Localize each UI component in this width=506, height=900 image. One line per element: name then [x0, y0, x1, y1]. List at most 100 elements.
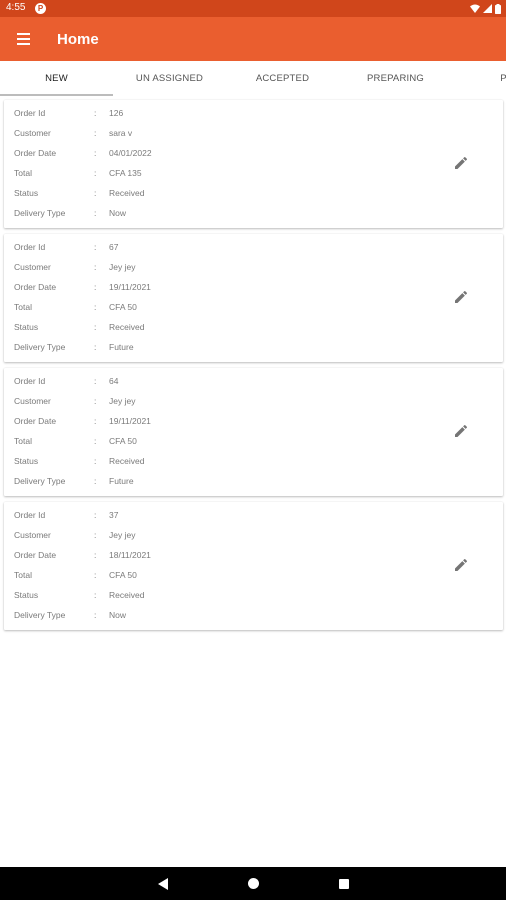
field-separator: : [94, 436, 97, 446]
field-value-total: CFA 50 [109, 570, 137, 580]
field-value-order-id: 37 [109, 510, 119, 520]
status-icons [470, 3, 501, 14]
field-value-status: Received [109, 322, 145, 332]
field-separator: : [94, 342, 97, 352]
field-value-customer: sara v [109, 128, 133, 138]
field-label-order-date: Order Date [14, 148, 57, 158]
field-separator: : [94, 188, 97, 198]
field-label-total: Total [14, 302, 32, 312]
field-value-delivery-type: Future [109, 476, 134, 486]
field-label-total: Total [14, 168, 32, 178]
field-label-total: Total [14, 570, 32, 580]
field-label-status: Status [14, 456, 39, 466]
field-value-status: Received [109, 590, 145, 600]
field-label-total: Total [14, 436, 32, 446]
field-label-order-id: Order Id [14, 242, 46, 252]
field-separator: : [94, 376, 97, 386]
field-label-order-id: Order Id [14, 376, 46, 386]
field-separator: : [94, 322, 97, 332]
status-time: 4:55 [6, 2, 26, 13]
field-value-delivery-type: Future [109, 342, 134, 352]
notification-icon: P [35, 3, 46, 14]
app-bar: Home [0, 17, 506, 61]
tab-accepted[interactable]: ACCEPTED [226, 61, 339, 97]
field-separator: : [94, 570, 97, 580]
home-circle-icon[interactable] [248, 878, 259, 889]
pencil-icon[interactable] [453, 557, 469, 573]
battery-icon [495, 3, 501, 14]
field-value-order-id: 64 [109, 376, 119, 386]
field-label-customer: Customer [14, 262, 51, 272]
status-bar: 4:55 P [0, 0, 506, 17]
field-value-order-date: 19/11/2021 [109, 282, 151, 292]
field-separator: : [94, 550, 97, 560]
page-title: Home [57, 31, 99, 48]
field-label-status: Status [14, 590, 39, 600]
tab-bar: NEW UN ASSIGNED ACCEPTED PREPARING PIC [0, 61, 506, 97]
field-separator: : [94, 476, 97, 486]
field-value-order-date: 04/01/2022 [109, 148, 152, 158]
field-separator: : [94, 242, 97, 252]
field-label-order-date: Order Date [14, 282, 57, 292]
wifi-icon [470, 4, 480, 13]
tab-preparing[interactable]: PREPARING [339, 61, 452, 97]
tab-unassigned[interactable]: UN ASSIGNED [113, 61, 226, 97]
field-value-customer: Jey jey [109, 530, 136, 540]
field-value-status: Received [109, 456, 145, 466]
field-label-status: Status [14, 188, 39, 198]
order-card[interactable]: Order Id: 64 Customer: Jey jey Order Date: 19… [4, 368, 503, 496]
field-separator: : [94, 590, 97, 600]
field-label-customer: Customer [14, 530, 51, 540]
field-value-order-date: 19/11/2021 [109, 416, 151, 426]
order-card[interactable]: Order Id: 67 Customer: Jey jey Order Date: 19… [4, 234, 503, 362]
tab-picked[interactable]: PIC [452, 61, 506, 97]
field-separator: : [94, 282, 97, 292]
field-separator: : [94, 510, 97, 520]
field-label-delivery-type: Delivery Type [14, 208, 66, 218]
field-separator: : [94, 168, 97, 178]
tab-new[interactable]: NEW [0, 61, 113, 97]
field-value-status: Received [109, 188, 145, 198]
field-value-total: CFA 50 [109, 302, 137, 312]
order-card[interactable]: Order Id: 37 Customer: Jey jey Order Date: 18… [4, 502, 503, 630]
navigation-bar [0, 867, 506, 900]
menu-icon[interactable] [17, 33, 33, 45]
field-separator: : [94, 148, 97, 158]
field-label-order-id: Order Id [14, 510, 46, 520]
field-value-customer: Jey jey [109, 262, 136, 272]
field-label-customer: Customer [14, 128, 51, 138]
field-label-order-id: Order Id [14, 108, 46, 118]
field-label-order-date: Order Date [14, 550, 57, 560]
order-card[interactable]: Order Id: 126 Customer: sara v Order Date: 04… [4, 100, 503, 228]
field-value-customer: Jey jey [109, 396, 136, 406]
signal-icon [483, 4, 492, 13]
field-label-delivery-type: Delivery Type [14, 342, 66, 352]
field-separator: : [94, 262, 97, 272]
field-label-order-date: Order Date [14, 416, 57, 426]
field-label-customer: Customer [14, 396, 51, 406]
field-value-order-date: 18/11/2021 [109, 550, 151, 560]
pencil-icon[interactable] [453, 423, 469, 439]
field-label-delivery-type: Delivery Type [14, 610, 66, 620]
field-value-order-id: 67 [109, 242, 119, 252]
field-separator: : [94, 416, 97, 426]
field-separator: : [94, 128, 97, 138]
field-separator: : [94, 208, 97, 218]
recents-square-icon[interactable] [339, 879, 349, 889]
field-label-delivery-type: Delivery Type [14, 476, 66, 486]
back-triangle-icon[interactable] [158, 878, 168, 890]
pencil-icon[interactable] [453, 289, 469, 305]
field-value-total: CFA 135 [109, 168, 142, 178]
field-value-delivery-type: Now [109, 208, 127, 218]
field-value-delivery-type: Now [109, 610, 127, 620]
field-separator: : [94, 456, 97, 466]
field-value-order-id: 126 [109, 108, 124, 118]
field-separator: : [94, 302, 97, 312]
pencil-icon[interactable] [453, 155, 469, 171]
field-separator: : [94, 530, 97, 540]
tab-indicator [0, 94, 113, 96]
field-value-total: CFA 50 [109, 436, 137, 446]
field-label-status: Status [14, 322, 39, 332]
field-separator: : [94, 396, 97, 406]
field-separator: : [94, 108, 97, 118]
